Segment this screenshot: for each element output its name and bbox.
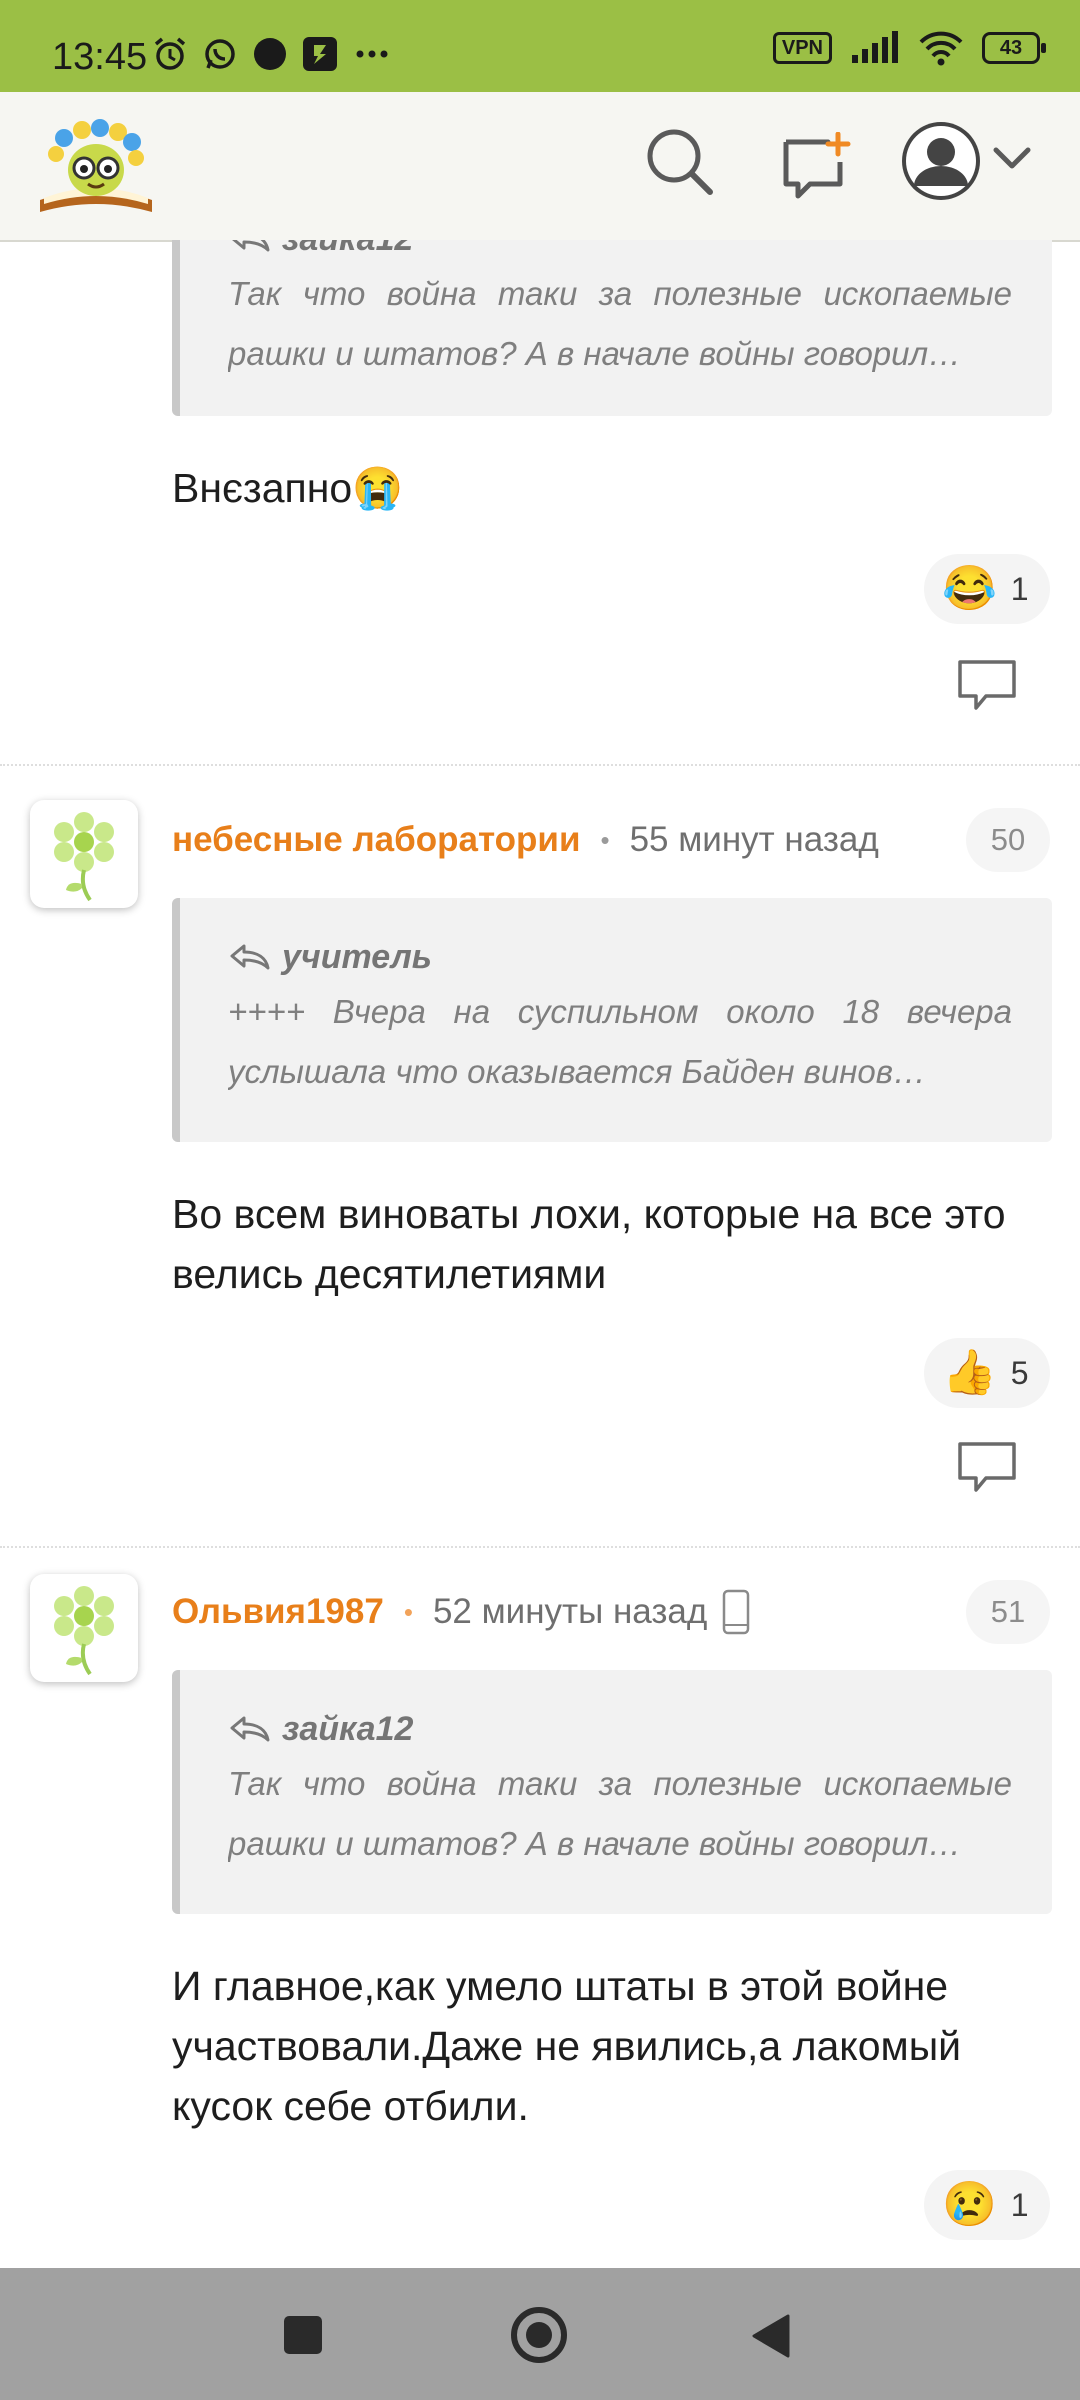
- search-icon[interactable]: [644, 126, 716, 198]
- quote-text: Так что война таки за полезные ископаемы…: [228, 1765, 1012, 1862]
- reply-icon[interactable]: [956, 658, 1018, 714]
- reaction-badge[interactable]: 😂 1: [924, 554, 1050, 624]
- more-icon: [356, 50, 388, 58]
- quote-author: учитель: [282, 937, 432, 976]
- dot-icon: [254, 38, 286, 70]
- quote-text: Так что война таки за полезные ископаемы…: [228, 275, 1012, 372]
- quote-block[interactable]: зайка12 Так что война таки за полезные и…: [172, 1670, 1052, 1914]
- back-icon[interactable]: [748, 2312, 792, 2360]
- reply-icon[interactable]: [956, 1440, 1018, 1496]
- separator-dot: •: [403, 1596, 413, 1627]
- reaction-count: 1: [1010, 570, 1029, 607]
- comments-feed: зайка12 Так что война таки за полезные и…: [0, 240, 1080, 2268]
- comment-divider: [0, 764, 1080, 766]
- whatsapp-icon: [205, 39, 235, 69]
- new-post-icon[interactable]: [780, 132, 852, 204]
- quote-author: зайка12: [282, 1709, 414, 1748]
- avatar[interactable]: [30, 1574, 138, 1682]
- signal-icon: [852, 31, 898, 63]
- home-icon[interactable]: [508, 2304, 570, 2366]
- quote-author: зайка12: [282, 240, 413, 259]
- comment-author[interactable]: небесные лаборатории: [172, 820, 580, 860]
- laughing-emoji-icon: 😂: [942, 564, 997, 613]
- status-time: 13:45: [52, 36, 148, 78]
- reaction-count: 5: [1010, 1354, 1029, 1391]
- battery-indicator: 43: [982, 32, 1046, 64]
- avatar[interactable]: [30, 800, 138, 908]
- chevron-down-icon[interactable]: [992, 144, 1032, 174]
- reply-arrow-icon: [230, 944, 270, 970]
- comment-number[interactable]: 51: [966, 1580, 1050, 1644]
- comment-time: 55 минут назад: [629, 820, 879, 859]
- app-icon: [303, 37, 337, 71]
- vpn-badge: VPN: [772, 32, 832, 64]
- status-bar: 13:45 VPN 43: [0, 0, 1080, 92]
- comment-number[interactable]: 50: [966, 808, 1050, 872]
- app-bar: [0, 92, 1080, 242]
- comment-text: И главное,как умело штаты в этой войне у…: [172, 1963, 962, 2129]
- mobile-device-icon: [723, 1589, 750, 1635]
- reaction-badge[interactable]: 👍 5: [924, 1338, 1050, 1408]
- quote-block[interactable]: учитель ++++ Вчера на суспильном около 1…: [172, 898, 1052, 1142]
- wifi-icon: [919, 31, 963, 66]
- comment-text: Во всем виноваты лохи, которые на все эт…: [172, 1191, 1006, 1297]
- reply-arrow-icon: [230, 1716, 270, 1742]
- quote-block[interactable]: зайка12 Так что война таки за полезные и…: [172, 240, 1052, 416]
- comment-divider: [0, 1546, 1080, 1548]
- quote-text: ++++ Вчера на суспильном около 18 вечера…: [228, 993, 1012, 1090]
- logo[interactable]: [34, 108, 158, 218]
- comment-author[interactable]: Ольвия1987: [172, 1592, 384, 1632]
- flower-icon: [54, 1586, 114, 1676]
- crying-emoji-icon: 😢: [942, 2180, 997, 2229]
- thumbs-up-emoji-icon: 👍: [942, 1348, 997, 1397]
- separator-dot: •: [600, 824, 610, 855]
- alarm-icon: [154, 37, 186, 70]
- reaction-badge[interactable]: 😢 1: [924, 2170, 1050, 2240]
- reaction-count: 1: [1010, 2186, 1029, 2223]
- recents-icon[interactable]: [284, 2316, 322, 2354]
- flower-icon: [54, 812, 114, 902]
- system-nav-bar: [0, 2268, 1080, 2400]
- profile-avatar-icon[interactable]: [900, 120, 982, 202]
- reply-arrow-icon: [232, 240, 270, 252]
- comment-time: 52 минуты назад: [432, 1592, 708, 1631]
- comment-text: Внєзапно😭: [172, 465, 404, 511]
